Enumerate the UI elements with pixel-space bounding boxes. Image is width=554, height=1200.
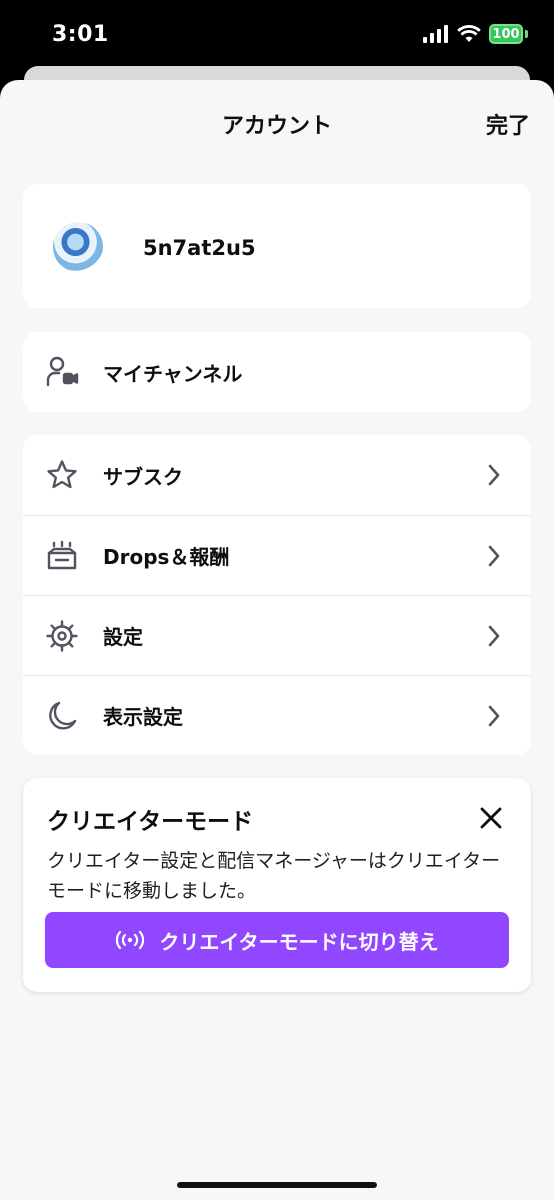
username: 5n7at2u5 — [143, 236, 256, 260]
star-icon — [47, 460, 77, 489]
switch-creator-mode-label: クリエイターモードに切り替え — [159, 929, 439, 954]
my-channel-card: マイチャンネル — [23, 332, 531, 412]
menu-item-label: 設定 — [103, 625, 143, 649]
switch-creator-mode-button[interactable]: クリエイターモードに切り替え — [45, 912, 509, 968]
menu-item-label: 表示設定 — [103, 705, 183, 729]
chevron-right-icon — [488, 705, 500, 727]
my-channel-label: マイチャンネル — [103, 361, 243, 386]
status-bar: 3:01 100 — [0, 0, 554, 66]
menu-card: サブスク Drops＆報酬 設定 表示設定 — [23, 435, 531, 755]
my-channel-row[interactable]: マイチャンネル — [23, 332, 531, 412]
wifi-icon — [457, 25, 481, 42]
avatar[interactable] — [53, 222, 103, 272]
creator-mode-title: クリエイターモード — [47, 809, 254, 835]
creator-mode-card: クリエイターモード クリエイター設定と配信マネージャーはクリエイターモードに移動… — [23, 778, 531, 992]
menu-item-drops[interactable]: Drops＆報酬 — [23, 515, 531, 595]
chevron-right-icon — [488, 625, 500, 647]
user-camera-icon — [46, 356, 79, 387]
menu-item-display-settings[interactable]: 表示設定 — [23, 675, 531, 755]
battery-tip — [525, 30, 528, 38]
signal-icon — [423, 25, 448, 43]
creator-mode-description: クリエイター設定と配信マネージャーはクリエイターモードに移動しました。 — [47, 850, 501, 902]
battery-indicator: 100 — [489, 24, 523, 44]
chevron-right-icon — [488, 464, 500, 486]
drops-inbox-icon — [47, 540, 77, 570]
moon-icon — [49, 701, 77, 730]
profile-card[interactable]: 5n7at2u5 — [23, 184, 531, 308]
broadcast-icon — [116, 930, 145, 950]
menu-item-label: Drops＆報酬 — [103, 545, 230, 569]
done-button[interactable]: 完了 — [486, 108, 530, 140]
status-time: 3:01 — [52, 22, 109, 47]
page-title: アカウント — [221, 114, 332, 139]
account-sheet: アカウント 完了 5n7at2u5 マイチャンネル サブスク Drops＆報酬 … — [0, 80, 554, 1200]
menu-item-label: サブスク — [103, 464, 183, 489]
menu-item-settings[interactable]: 設定 — [23, 595, 531, 675]
gear-icon — [46, 620, 78, 652]
close-icon[interactable] — [479, 806, 503, 830]
menu-item-subscriptions[interactable]: サブスク — [23, 435, 531, 515]
chevron-right-icon — [488, 545, 500, 567]
home-indicator — [177, 1182, 377, 1188]
status-icons: 100 — [423, 24, 528, 44]
